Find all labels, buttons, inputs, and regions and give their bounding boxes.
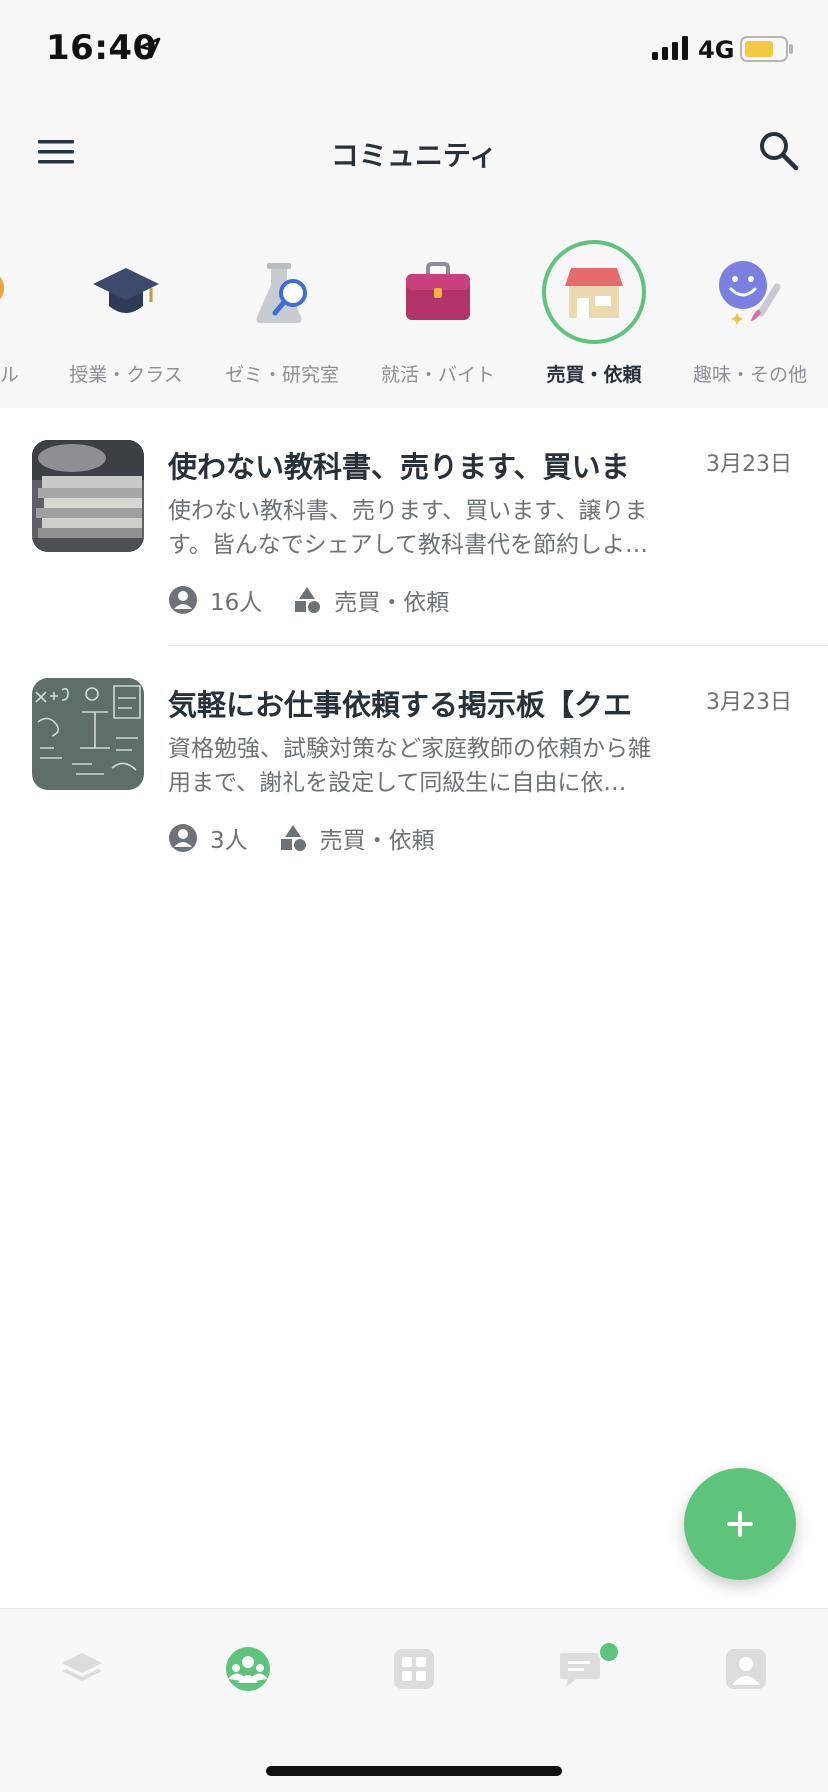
list-item[interactable]: 気軽にお仕事依頼する掲示板【クエ 3月23日 資格勉強、試験対策など家庭教師の依… — [0, 646, 828, 884]
community-description: 使わない教科書、売ります、買います、譲ります。皆んなでシェアして教科書代を節約し… — [168, 498, 649, 558]
member-count: 16人 — [210, 590, 263, 616]
category-class[interactable]: 授業・クラス — [48, 204, 204, 408]
create-community-button[interactable] — [684, 1468, 796, 1580]
home-indicator — [266, 1766, 562, 1776]
category-hobby[interactable]: 趣味・その他 — [672, 204, 828, 408]
search-icon[interactable] — [756, 128, 802, 174]
community-date: 3月23日 — [706, 690, 792, 715]
category-label: 就活・バイト — [380, 364, 495, 386]
category-trade[interactable]: 売買・依頼 — [516, 204, 672, 408]
chalkboard-formulas-thumbnail — [32, 678, 144, 790]
category-label: ゼミ・研究室 — [224, 364, 339, 386]
app-header: コミュニティ — [0, 100, 828, 204]
category-job[interactable]: 就活・バイト — [360, 204, 516, 408]
category-label: 授業・クラス — [69, 364, 183, 386]
shop-icon — [542, 240, 646, 344]
network-type: 4G — [698, 36, 735, 64]
status-bar: 16:40 4G — [0, 0, 828, 100]
category-label: 趣味・その他 — [692, 364, 807, 386]
briefcase-icon — [386, 240, 490, 344]
community-list: 使わない教科書、売ります、買いま 3月23日 使わない教科書、売ります、買います… — [0, 408, 828, 884]
flask-magnifier-icon — [230, 240, 334, 344]
partial-category-icon[interactable] — [0, 268, 6, 308]
category-label: 売買・依頼 — [546, 364, 642, 386]
hamburger-menu-icon[interactable] — [36, 132, 76, 172]
community-category: 売買・依頼 — [334, 590, 450, 616]
member-icon — [169, 824, 197, 852]
category-shapes-icon — [295, 587, 321, 613]
bottom-tab-bar — [0, 1608, 828, 1792]
chat-notification-badge — [598, 1641, 620, 1663]
community-title: 気軽にお仕事依頼する掲示板【クエ — [168, 688, 633, 722]
partial-category-label[interactable]: ル — [0, 360, 19, 387]
page-title: コミュニティ — [330, 139, 498, 172]
stack-of-books-thumbnail — [32, 440, 144, 552]
member-icon — [169, 586, 197, 614]
community-meta: 16人 売買・依頼 — [168, 584, 449, 616]
plus-icon — [727, 1511, 753, 1537]
signal-icon — [652, 36, 688, 60]
member-count: 3人 — [210, 828, 248, 854]
graduation-cap-icon — [74, 240, 178, 344]
community-meta: 3人 売買・依頼 — [168, 822, 435, 854]
category-strip[interactable]: ル 授業・クラス ゼミ・研究室 就活・バイト 売買・依頼 趣味・その他 — [0, 204, 828, 408]
category-shapes-icon — [280, 825, 306, 851]
community-description: 資格勉強、試験対策など家庭教師の依頼から雑用まで、謝礼を設定して同級生に自由に依… — [168, 736, 651, 796]
class-stack-icon[interactable] — [58, 1645, 106, 1693]
category-seminar[interactable]: ゼミ・研究室 — [204, 204, 360, 408]
profile-icon[interactable] — [722, 1645, 770, 1693]
community-category: 売買・依頼 — [319, 828, 435, 854]
list-item[interactable]: 使わない教科書、売ります、買いま 3月23日 使わない教科書、売ります、買います… — [0, 408, 828, 646]
grid-apps-icon[interactable] — [390, 1645, 438, 1693]
smiley-paintbrush-icon — [698, 240, 802, 344]
chat-bubble-icon[interactable] — [556, 1645, 604, 1693]
location-arrow-icon — [139, 37, 161, 59]
community-title: 使わない教科書、売ります、買いま — [168, 450, 630, 484]
battery-icon — [740, 36, 793, 62]
community-date: 3月23日 — [706, 452, 792, 477]
community-icon[interactable] — [224, 1645, 272, 1693]
